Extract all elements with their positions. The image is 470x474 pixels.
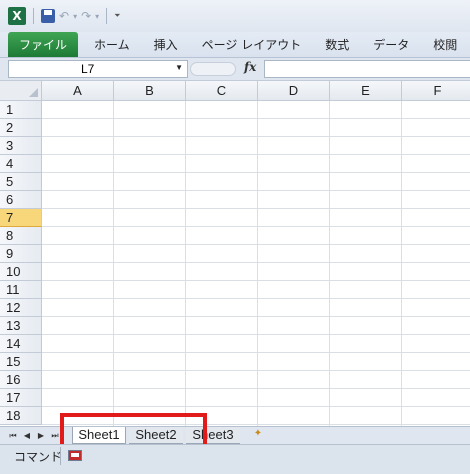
macro-record-icon[interactable] [68, 450, 82, 461]
row-header-9[interactable]: 9 [0, 245, 42, 263]
row-header-6[interactable]: 6 [0, 191, 42, 209]
save-button[interactable] [41, 7, 55, 25]
row-header-14[interactable]: 14 [0, 335, 42, 353]
tab-home[interactable]: ホーム [82, 32, 142, 57]
row-header-7[interactable]: 7 [0, 209, 42, 227]
grid-line [42, 334, 470, 335]
grid-line [42, 208, 470, 209]
row-header-2[interactable]: 2 [0, 119, 42, 137]
prev-sheet-icon[interactable]: ◀ [20, 428, 34, 443]
row-header-4[interactable]: 4 [0, 155, 42, 173]
row-header-15[interactable]: 15 [0, 353, 42, 371]
redo-button[interactable]: ↷ [81, 7, 91, 25]
grid-line [42, 388, 470, 389]
row-header-17[interactable]: 17 [0, 389, 42, 407]
grid-line [42, 172, 470, 173]
column-header-e[interactable]: E [330, 81, 402, 101]
excel-app-icon[interactable]: X [8, 7, 26, 25]
undo-button[interactable]: ↶ [59, 7, 69, 25]
select-all-button[interactable] [0, 81, 42, 101]
tab-data[interactable]: データ [361, 32, 421, 57]
row-header-18[interactable]: 18 [0, 407, 42, 425]
row-header-12[interactable]: 12 [0, 299, 42, 317]
grid-line [42, 226, 470, 227]
grid-line [42, 406, 470, 407]
tab-file[interactable]: ファイル [8, 32, 79, 57]
customize-toolbar-icon[interactable]: ⏷ [114, 7, 120, 25]
grid-line [42, 316, 470, 317]
row-header-16[interactable]: 16 [0, 371, 42, 389]
ribbon-tab-bar: ファイル ホーム 挿入 ページ レイアウト 数式 データ 校閲 表 [0, 32, 470, 58]
tab-formulas[interactable]: 数式 [313, 32, 361, 57]
name-box-value: L7 [81, 62, 95, 76]
status-mode: コマンド [14, 450, 63, 464]
insert-function-icon[interactable]: fx [244, 60, 256, 74]
grid-line [401, 101, 402, 426]
grid-line [329, 101, 330, 426]
quick-access-toolbar: X ↶ ▾ ↷ ▾ ⏷ [0, 0, 470, 32]
status-divider [60, 447, 61, 465]
column-header-c[interactable]: C [186, 81, 258, 101]
grid-line [257, 101, 258, 426]
redo-dropdown-icon[interactable]: ▾ [95, 7, 99, 25]
tab-insert[interactable]: 挿入 [142, 32, 190, 57]
save-icon [41, 9, 55, 23]
grid-line [42, 190, 470, 191]
grid-line [42, 262, 470, 263]
grid-line [42, 370, 470, 371]
grid-line [42, 154, 470, 155]
formula-controls: fx [188, 60, 263, 78]
row-header-3[interactable]: 3 [0, 137, 42, 155]
tab-page-layout[interactable]: ページ レイアウト [190, 32, 314, 57]
name-box-dropdown-icon[interactable]: ▼ [175, 63, 183, 72]
name-box[interactable]: L7 ▼ [8, 60, 188, 78]
grid-line [185, 101, 186, 426]
grid-line [42, 280, 470, 281]
grid-line [42, 118, 470, 119]
next-sheet-icon[interactable]: ▶ [34, 428, 48, 443]
row-header-5[interactable]: 5 [0, 173, 42, 191]
first-sheet-icon[interactable]: ⏮ [6, 428, 20, 443]
row-header-11[interactable]: 11 [0, 281, 42, 299]
row-header-13[interactable]: 13 [0, 317, 42, 335]
row-header-10[interactable]: 10 [0, 263, 42, 281]
column-header-d[interactable]: D [258, 81, 330, 101]
grid-line [42, 298, 470, 299]
row-header-1[interactable]: 1 [0, 101, 42, 119]
tab-review[interactable]: 校閲 [421, 32, 469, 57]
undo-dropdown-icon[interactable]: ▾ [73, 7, 77, 25]
status-bar: コマンド [0, 444, 470, 474]
grid-line [42, 352, 470, 353]
formula-input[interactable] [264, 60, 470, 78]
grid-line [113, 101, 114, 426]
column-header-b[interactable]: B [114, 81, 186, 101]
column-header-a[interactable]: A [42, 81, 114, 101]
toolbar-divider [106, 8, 108, 24]
formula-bar-buttons [190, 62, 236, 76]
row-header-8[interactable]: 8 [0, 227, 42, 245]
grid-line [42, 244, 470, 245]
grid-line [42, 136, 470, 137]
worksheet-grid[interactable]: A B C D E F 1 2 3 4 5 6 7 8 9 10 11 12 1… [0, 81, 470, 426]
toolbar-divider [33, 8, 34, 24]
column-header-f[interactable]: F [402, 81, 470, 101]
formula-bar: L7 ▼ fx [0, 58, 470, 81]
insert-sheet-icon[interactable]: ✦ [248, 428, 268, 443]
